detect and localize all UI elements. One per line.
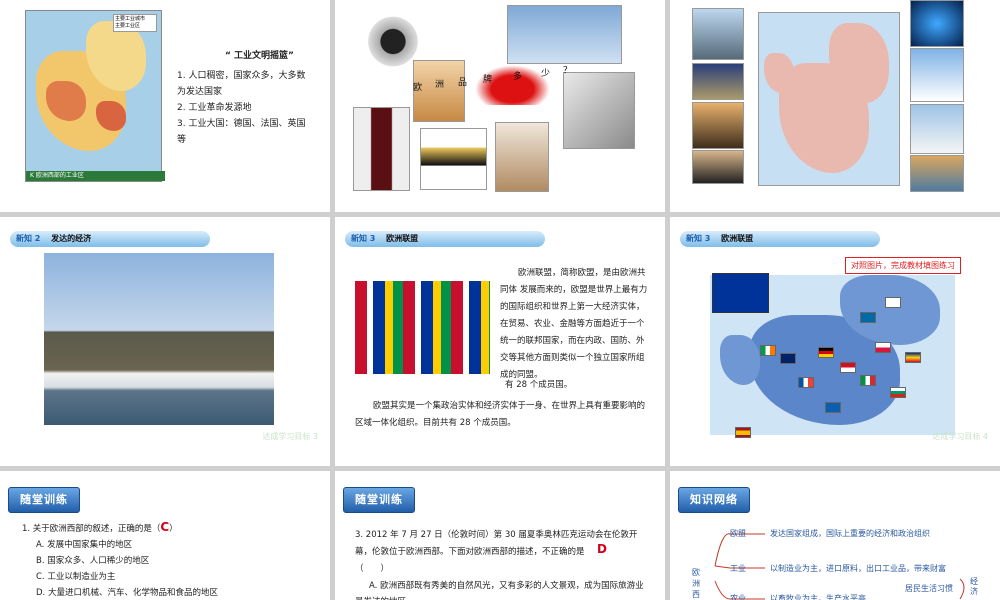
slide-thumbnail-8[interactable]: 随堂训练 3. 2012 年 7 月 27 日（伦敦时间）第 30 届夏季奥林匹… [335, 471, 665, 600]
slide-thumbnail-4[interactable]: 新知 2 发达的经济 达成学习目标 3 [0, 217, 330, 466]
eu-flags-photo [355, 281, 490, 374]
option-c: C. 工业以制造业为主 [36, 572, 116, 582]
eu-summary: 欧盟其实是一个集政治实体和经济实体于一身、在世界上具有重要影响的区域一体化组织。… [355, 401, 646, 428]
slide-thumbnail-6[interactable]: 新知 3 欧洲联盟 对照图片，完成教材填图练习 达成学习目标 4 [670, 217, 1000, 466]
question: 1. 关于欧洲西部的叙述，正确的是（C） [22, 519, 178, 537]
flag-icon [760, 345, 776, 356]
flag-icon [875, 342, 891, 353]
root-node: 欧洲西部 [692, 568, 700, 599]
option-b: B. 国家众多、人口稀少的地区 [36, 556, 150, 566]
legend-item: 主要工业区 [115, 23, 141, 29]
point-1: 1. 人口稠密，国家众多，大多数为发达国家 [177, 71, 306, 97]
branch-text: 发达国家组成，国际上重要的经济和政治组织 [770, 529, 930, 538]
ski-photo [910, 48, 964, 102]
brand-question: 欧 洲 品 牌 多 少 ？ [413, 66, 573, 93]
slide-thumbnail-1[interactable]: 主要工业城市 主要工业区 K 欧洲西部的工业区 “ 工业文明摇篮” 1. 人口稠… [0, 0, 330, 212]
flag-icon [840, 362, 856, 373]
point-2: 2. 工业革命发源地 [177, 103, 252, 113]
flag-icon [825, 402, 841, 413]
point-3: 3. 工业大国：德国、法国、英国等 [177, 119, 306, 145]
mermaid-statue-photo [692, 8, 744, 60]
watermark: 达成学习目标 3 [262, 432, 318, 441]
flag-icon [818, 347, 834, 358]
flag-icon [905, 352, 921, 363]
side-label: 经济 [970, 577, 978, 596]
section-tag: 新知 3 [686, 234, 711, 243]
industrial-regions-map: 主要工业城市 主要工业区 K 欧洲西部的工业区 [25, 10, 165, 182]
branch-text: 以制造业为主，进口原料，出口工业品，带来财富 [770, 564, 946, 573]
flag-icon [860, 312, 876, 323]
tower-bridge-photo [692, 63, 744, 100]
eiffel-tower-photo [692, 102, 744, 149]
eu-description: 欧洲联盟，简称欧盟，是由欧洲共同体 发展而来的，欧盟是世界上最有力的国际组织和世… [500, 268, 648, 380]
venice-photo [910, 155, 964, 192]
answer-mark: D [597, 542, 607, 556]
option-a: A. 欧洲西部既有秀美的自然风光，又有多彩的人文景观，成为国际旅游业最发达的地区 [355, 581, 644, 600]
section-title-bar: 新知 3 欧洲联盟 [345, 231, 545, 247]
flag-icon [780, 353, 796, 364]
legend-item: 主要工业城市 [115, 16, 146, 22]
concorde-photo [507, 5, 622, 64]
map-legend: 主要工业城市 主要工业区 [113, 14, 157, 32]
slide-thumbnail-2[interactable]: 欧 洲 品 牌 多 少 ？ [335, 0, 665, 212]
option-a: A. 发展中国家集中的地区 [36, 540, 133, 550]
branch-text: 以畜牧业为主，生产水平高 [770, 594, 866, 600]
answer-mark: C [160, 520, 170, 534]
branch-label: 欧盟 [730, 529, 746, 538]
section-title: 发达的经济 [51, 234, 92, 243]
side-text: 居民生活习惯 [905, 584, 953, 593]
cologne-cathedral-photo [44, 253, 274, 425]
slide-thumbnail-5[interactable]: 新知 3 欧洲联盟 欧洲联盟，简称欧盟，是由欧洲共同体 发展而来的，欧盟是世界上… [335, 217, 665, 466]
flag-icon [885, 297, 901, 308]
eu-flag-icon [712, 273, 769, 313]
flag-icon [798, 377, 814, 388]
slide-thumbnail-7[interactable]: 随堂训练 1. 关于欧洲西部的叙述，正确的是（C） A. 发展中国家集中的地区 … [0, 471, 330, 600]
wine-bottle-photo [353, 107, 410, 191]
branch-label: 农业 [730, 594, 746, 600]
blue-cave-photo [910, 0, 964, 47]
map-caption: K 欧洲西部的工业区 [26, 171, 165, 181]
wallet-photo [420, 128, 487, 190]
branch-label: 工业 [730, 564, 746, 573]
practice-banner: 随堂训练 [8, 487, 80, 513]
section-title-bar: 新知 2 发达的经济 [10, 231, 210, 247]
section-tag: 新知 3 [351, 234, 376, 243]
question-end: ） [169, 524, 178, 534]
answer-blank: （ ） [355, 564, 390, 574]
slide-thumbnail-3[interactable] [670, 0, 1000, 212]
watermark: 达成学习目标 4 [932, 432, 988, 441]
flag-icon [860, 375, 876, 386]
section-title: 欧洲联盟 [386, 234, 419, 243]
practice-banner: 随堂训练 [343, 487, 415, 513]
question-text: 1. 关于欧洲西部的叙述，正确的是（ [22, 524, 161, 534]
section-title: 欧洲联盟 [721, 234, 754, 243]
slide-thumbnail-9[interactable]: 知识网络 欧洲西部 欧盟 发达国家组成，国际上重要的经济和政治组织 工业 以制造… [670, 471, 1000, 600]
option-d: D. 大量进口机械、汽车、化学物品和食品的地区 [36, 588, 218, 598]
section-tag: 新知 2 [16, 234, 41, 243]
bullfight-photo [692, 150, 744, 184]
flag-icon [890, 387, 906, 398]
exercise-note: 对照图片，完成教材填图练习 [845, 257, 961, 274]
slide-heading: “ 工业文明摇篮” [225, 51, 294, 61]
flag-icon [735, 427, 751, 438]
europe-landmarks-map [758, 12, 900, 186]
alps-photo [910, 104, 964, 154]
section-title-bar: 新知 3 欧洲联盟 [680, 231, 880, 247]
fashion-model-photo [495, 122, 549, 192]
member-count: 有 28 个成员国。 [505, 380, 573, 390]
